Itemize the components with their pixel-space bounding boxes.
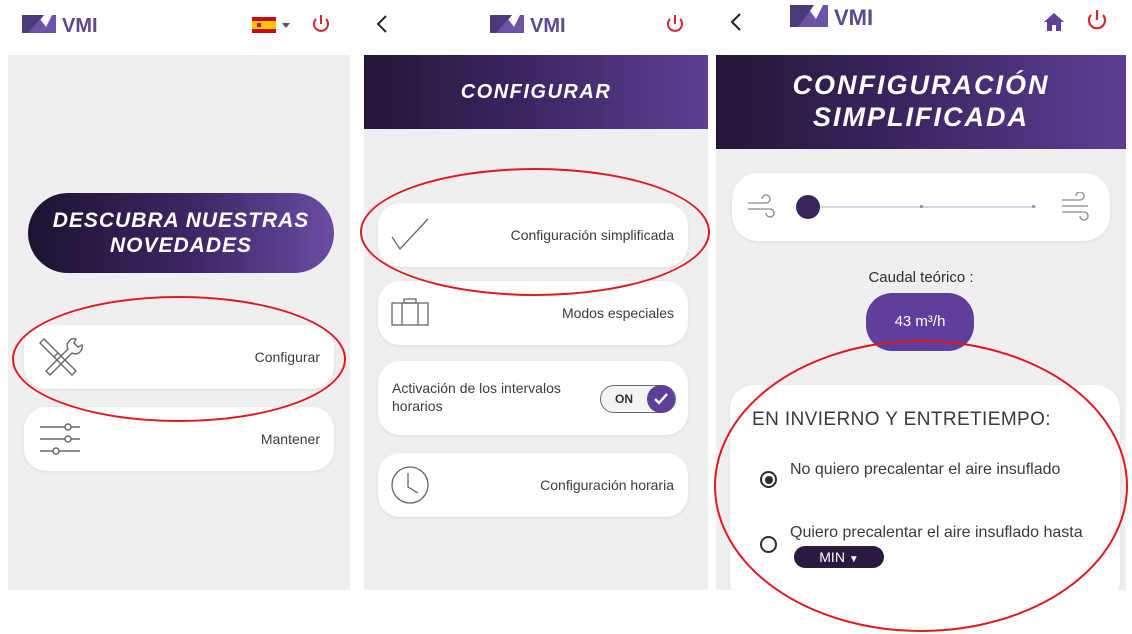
back-button[interactable] [372,10,394,38]
tools-icon [39,338,83,376]
home-content: DESCUBRA NUESTRAS NOVEDADES Configurar M… [8,55,350,590]
dropdown-value: MIN [819,548,845,565]
power-icon [313,15,329,32]
radio-unselected[interactable] [760,536,777,553]
promo-text: DESCUBRA NUESTRAS NOVEDADES [52,209,310,257]
temperature-dropdown[interactable]: MIN ▼ [794,545,884,568]
option-label: No quiero precalentar el aire insuflado [790,461,1061,478]
configurar-content: CONFIGURAR Configuración simplificada Mo… [364,55,708,590]
flow-slider-card [732,173,1110,241]
power-button[interactable] [664,12,686,36]
menu-item-label: Modos especiales [561,305,674,321]
intervals-toggle[interactable]: ON [600,385,676,413]
menu-item-configuracion-simplificada[interactable]: Configuración simplificada [378,203,688,267]
sliders-icon [40,423,80,455]
top-bar: VMI [714,0,1132,50]
flow-label: Caudal teórico : [868,269,974,286]
clock-icon [391,466,429,504]
menu-item-label: Configuración horaria [540,477,674,493]
home-button[interactable] [1042,10,1066,34]
power-icon [667,15,683,32]
high-wind-icon [1062,192,1089,221]
back-arrow-icon [730,13,741,31]
season-settings-card: EN INVIERNO Y ENTRETIEMPO: No quiero pre… [730,385,1120,590]
radio-selected[interactable] [760,471,777,488]
low-wind-icon [748,194,775,218]
slider-tick [920,205,923,208]
vmi-logo: VMI [22,12,112,36]
flow-slider[interactable] [796,195,1036,219]
option-no-preheat[interactable]: No quiero precalentar el aire insuflado [750,459,1100,507]
logo-text: VMI [530,15,566,35]
page-title: CONFIGURACIÓN SIMPLIFICADA [716,55,1126,149]
slider-thumb[interactable] [796,195,820,219]
slider-track [802,206,1036,208]
language-selector[interactable] [252,16,292,34]
slider-tick [1032,205,1035,208]
screen-configuracion-simplificada: VMI CONFIGURACIÓN SIMPLIFICADA Caudal te… [714,0,1132,634]
checkmark-icon [391,218,429,251]
back-arrow-icon [376,15,387,33]
back-button[interactable] [726,10,748,38]
option-label: Quiero precalentar el aire insuflado has… [790,521,1090,569]
promo-banner[interactable]: DESCUBRA NUESTRAS NOVEDADES [28,193,334,273]
season-title: EN INVIERNO Y ENTRETIEMPO: [752,409,1051,430]
menu-item-configuracion-horaria[interactable]: Configuración horaria [378,453,688,517]
power-icon [1087,10,1107,30]
menu-item-mantener[interactable]: Mantener [24,407,334,471]
vmi-logo: VMI [490,12,580,36]
page-title: CONFIGURAR [364,55,708,129]
vmi-logo: VMI [790,4,890,29]
dropdown-arrow-icon: ▼ [848,553,859,565]
intervals-card: Activación de los intervalos horarios ON [378,361,688,435]
power-button[interactable] [1086,8,1108,32]
menu-item-label: Mantener [260,431,320,447]
logo-text: VMI [834,5,873,29]
toggle-check-icon [647,385,675,413]
menu-item-configurar[interactable]: Configurar [24,325,334,389]
intervals-label: Activación de los intervalos horarios [392,380,561,414]
screen-configurar: VMI CONFIGURAR Configuración simplificad… [358,0,710,634]
suitcase-icon [391,298,429,326]
logo-text: VMI [62,15,98,35]
top-bar: VMI [358,0,708,50]
toggle-label: ON [615,392,633,406]
top-bar: VMI [0,0,350,50]
option-preheat[interactable]: Quiero precalentar el aire insuflado has… [750,521,1100,577]
home-icon [1044,13,1064,31]
menu-item-modos-especiales[interactable]: Modos especiales [378,281,688,345]
menu-item-label: Configuración simplificada [510,227,674,243]
flow-value-badge: 43 m³/h [866,293,974,351]
power-button[interactable] [310,12,332,36]
simplificada-content: CONFIGURACIÓN SIMPLIFICADA Caudal teóric… [716,55,1126,590]
spain-flag-icon [252,17,290,33]
menu-item-label: Configurar [254,349,320,365]
screen-home: VMI DESCUBRA NUESTRAS NOVEDADES Configur… [0,0,350,634]
